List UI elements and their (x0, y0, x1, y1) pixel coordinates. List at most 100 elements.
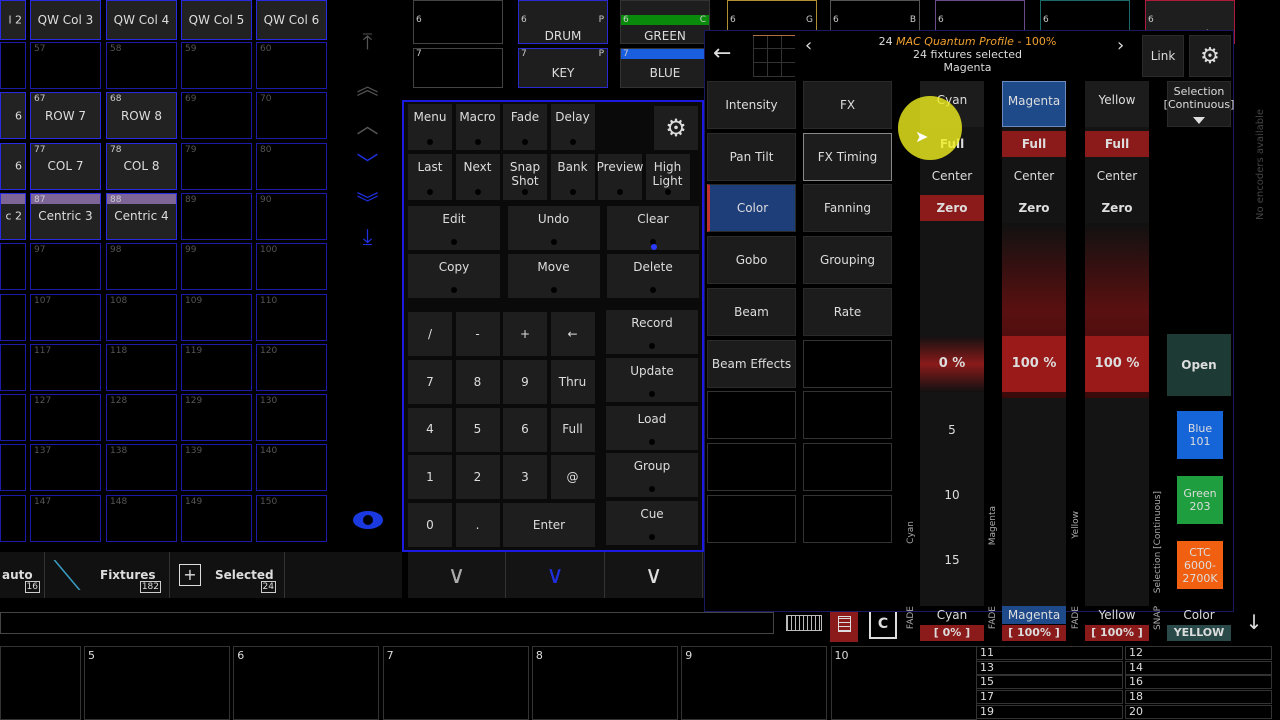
fader-center-button[interactable]: Center (1002, 163, 1066, 189)
key-button[interactable]: ← (550, 312, 595, 356)
pool-cell[interactable]: 109 (181, 293, 252, 341)
executor-cell-small[interactable]: 13 (976, 660, 1123, 675)
feature-button[interactable]: Gobo (707, 236, 796, 285)
pool-cell[interactable]: 7 P KEY (518, 48, 608, 88)
executor-cell-small[interactable]: 16 (1125, 675, 1272, 690)
pool-cell[interactable]: 87 Centric 3 (30, 192, 101, 240)
feature-button[interactable]: Color (707, 184, 796, 233)
feature-button[interactable] (707, 494, 796, 543)
pool-cell[interactable]: 147 (30, 494, 101, 542)
executor-cell[interactable]: 6 (233, 646, 380, 720)
pool-cell[interactable]: 100 (256, 243, 327, 291)
fader-yellow[interactable]: YellowFullCenterZero9095100 % (1085, 81, 1149, 606)
pool-cell[interactable]: 148 (106, 494, 177, 542)
pool-cell[interactable]: 77 COL 7 (30, 142, 101, 190)
pool-cell[interactable]: 107 (30, 293, 101, 341)
pool-cell[interactable] (0, 494, 26, 542)
fader-zero-button[interactable]: Zero (1002, 195, 1066, 221)
fader-magenta[interactable]: MagentaFullCenterZero9095100 % (1002, 81, 1066, 606)
key-button[interactable]: 4 (408, 407, 452, 452)
clear-button[interactable]: C (869, 609, 897, 639)
feature-button[interactable] (803, 391, 892, 440)
pool-cell[interactable]: 70 (256, 92, 327, 140)
executor-cell[interactable]: 8 (531, 646, 678, 720)
back-arrow-icon[interactable]: ← (713, 41, 731, 66)
executor-cell-small[interactable]: 17 (976, 690, 1123, 705)
feature-button[interactable]: Rate (803, 287, 892, 336)
pool-cell[interactable] (0, 444, 26, 492)
next-icon[interactable]: › (1117, 35, 1124, 56)
prev-icon[interactable]: ‹ (805, 35, 812, 56)
fader-title[interactable]: Magenta (1002, 81, 1066, 127)
pool-cell[interactable]: QW Col 6 (256, 0, 327, 40)
pool-cell[interactable] (0, 343, 26, 391)
pool-cell[interactable]: 6 (0, 92, 26, 140)
pool-cell[interactable]: 128 (106, 394, 177, 442)
key-button[interactable]: + (503, 312, 547, 356)
pool-cell[interactable]: 67 ROW 7 (30, 92, 101, 140)
pool-cell[interactable]: 7 (413, 48, 503, 88)
pool-cell[interactable]: 60 (256, 42, 327, 89)
pool-cell[interactable]: 108 (106, 293, 177, 341)
key-button[interactable]: 2 (455, 455, 500, 500)
pool-cell[interactable]: 110 (256, 293, 327, 341)
feature-button[interactable]: FX (803, 81, 892, 129)
settings-gear-icon[interactable]: ⚙ (1189, 35, 1231, 77)
key-button[interactable]: 3 (503, 455, 547, 500)
pool-cell[interactable]: 90 (256, 192, 327, 240)
pool-cell[interactable]: 98 (106, 243, 177, 291)
fader-full-button[interactable]: Full (1002, 131, 1066, 157)
pool-cell[interactable]: 97 (30, 243, 101, 291)
key-button[interactable]: 8 (455, 359, 500, 404)
feature-button[interactable] (803, 339, 892, 388)
line-up-icon[interactable]: ︿ (350, 108, 385, 140)
key-button[interactable]: Enter (503, 503, 595, 548)
feature-button[interactable]: FX Timing (803, 132, 892, 181)
pool-cell[interactable]: 140 (256, 444, 327, 492)
fader-center-button[interactable]: Center (1085, 163, 1149, 189)
pool-cell[interactable] (0, 293, 26, 341)
status-auto-button[interactable]: auto 16 (0, 552, 45, 598)
pool-cell[interactable]: 88 Centric 4 (106, 192, 177, 240)
pool-cell[interactable]: 78 COL 8 (106, 142, 177, 190)
gear-icon[interactable]: ⚙ (654, 106, 698, 150)
executor-cell-small[interactable]: 20 (1125, 704, 1272, 719)
pool-cell[interactable]: 58 (106, 42, 177, 89)
key-button[interactable]: 7 (408, 359, 452, 404)
feature-button[interactable]: Beam (707, 287, 796, 336)
command-line[interactable] (0, 612, 774, 634)
executor-cell-small[interactable]: 12 (1125, 646, 1272, 660)
fader-center-button[interactable]: Center (920, 163, 984, 189)
pool-cell[interactable]: 137 (30, 444, 101, 492)
feature-button[interactable]: Pan Tilt (707, 132, 796, 181)
pool-cell[interactable]: 6 C GREEN (620, 0, 710, 44)
feature-button[interactable] (707, 442, 796, 491)
key-button[interactable]: 0 (408, 503, 452, 548)
arrow-down-icon[interactable]: ↓ (1244, 610, 1264, 634)
executor-cell-small[interactable]: 15 (976, 675, 1123, 690)
pool-cell[interactable]: 6 P DRUM (518, 0, 608, 44)
line-down-icon[interactable]: ﹀ (350, 147, 385, 179)
page-down-icon[interactable]: ︾ (350, 186, 385, 218)
pool-cell[interactable]: 57 (30, 42, 101, 89)
pool-cell[interactable]: 150 (256, 494, 327, 542)
pool-cell[interactable]: 6 (413, 0, 503, 44)
pool-cell[interactable]: 89 (181, 192, 252, 240)
keyboard-icon[interactable] (786, 615, 822, 631)
color-preset-button[interactable]: Open (1167, 334, 1231, 396)
color-preset-button[interactable]: Green 203 (1177, 476, 1223, 524)
pool-cell[interactable]: QW Col 4 (106, 0, 177, 40)
executor-cell[interactable]: 7 (382, 646, 529, 720)
chevron-down-icon[interactable]: ∨ (408, 552, 506, 598)
pool-cell[interactable]: 117 (30, 343, 101, 391)
pool-cell[interactable]: 119 (181, 343, 252, 391)
scroll-bottom-icon[interactable]: ⤓ (350, 225, 385, 250)
executor-cell-small[interactable]: 11 (976, 646, 1123, 660)
executor-cell-small[interactable]: 14 (1125, 660, 1272, 675)
chevron-down-icon[interactable]: ∨ (507, 552, 605, 598)
key-button[interactable]: 1 (408, 455, 452, 500)
key-button[interactable]: / (408, 312, 452, 356)
executor-cell-small[interactable]: 18 (1125, 690, 1272, 705)
key-button[interactable]: . (455, 503, 500, 548)
layout-grid-icon[interactable] (753, 35, 795, 77)
